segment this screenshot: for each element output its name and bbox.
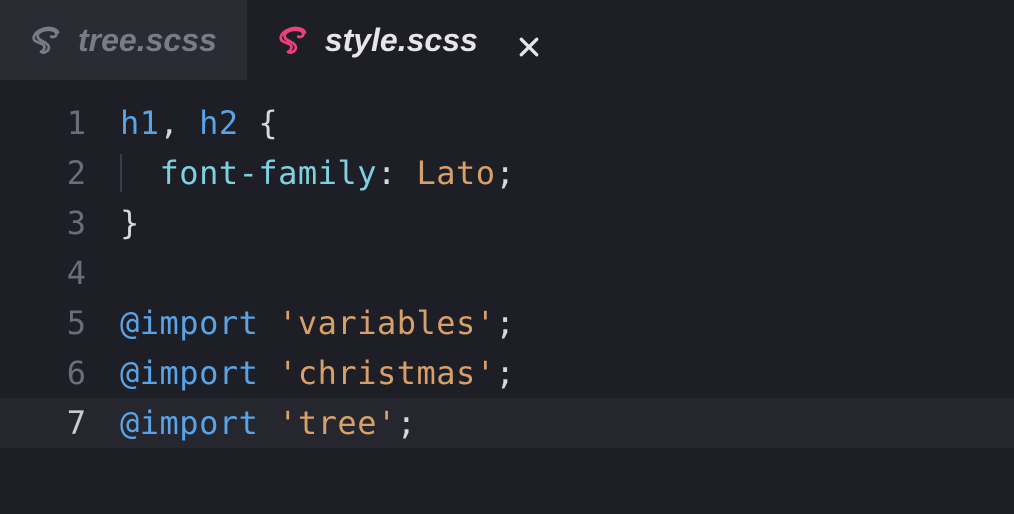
code-line[interactable]: 5@import 'variables'; — [0, 298, 1014, 348]
token — [120, 154, 160, 192]
token: { — [239, 104, 279, 142]
token — [258, 404, 278, 442]
sass-icon — [277, 23, 311, 57]
token: 'tree' — [278, 404, 397, 442]
code-line[interactable]: 3} — [0, 198, 1014, 248]
code-content[interactable]: @import 'variables'; — [120, 304, 515, 342]
tab-style-scss[interactable]: style.scss — [247, 0, 560, 80]
code-line[interactable]: 1h1, h2 { — [0, 98, 1014, 148]
code-line[interactable]: 6@import 'christmas'; — [0, 348, 1014, 398]
token: 'variables' — [278, 304, 495, 342]
line-number: 4 — [0, 254, 120, 292]
code-content[interactable]: font-family: Lato; — [120, 154, 515, 192]
token: , — [160, 104, 200, 142]
token: @import — [120, 304, 258, 342]
token: @import — [120, 404, 258, 442]
line-number: 5 — [0, 304, 120, 342]
code-line[interactable]: 2 font-family: Lato; — [0, 148, 1014, 198]
token: @import — [120, 354, 258, 392]
token: ; — [496, 154, 516, 192]
line-number: 1 — [0, 104, 120, 142]
code-content[interactable]: @import 'tree'; — [120, 404, 416, 442]
code-line[interactable]: 4 — [0, 248, 1014, 298]
code-line[interactable]: 7@import 'tree'; — [0, 398, 1014, 448]
code-editor[interactable]: 1h1, h2 {2 font-family: Lato;3}45@import… — [0, 80, 1014, 448]
token: font-family — [160, 154, 377, 192]
tab-label: tree.scss — [78, 22, 217, 59]
token — [258, 354, 278, 392]
line-number: 2 — [0, 154, 120, 192]
token: } — [120, 204, 140, 242]
line-number: 3 — [0, 204, 120, 242]
token: ; — [496, 354, 516, 392]
code-content[interactable]: @import 'christmas'; — [120, 354, 515, 392]
token: : — [377, 154, 417, 192]
token: 'christmas' — [278, 354, 495, 392]
close-icon[interactable] — [518, 29, 540, 51]
code-content[interactable]: } — [120, 204, 140, 242]
tab-tree-scss[interactable]: tree.scss — [0, 0, 247, 80]
token: h2 — [199, 104, 239, 142]
token: Lato — [416, 154, 495, 192]
line-number: 7 — [0, 404, 120, 442]
code-content[interactable]: h1, h2 { — [120, 104, 278, 142]
tab-bar: tree.scss style.scss — [0, 0, 1014, 80]
sass-icon — [30, 23, 64, 57]
token: ; — [496, 304, 516, 342]
token — [258, 304, 278, 342]
indent-guide — [120, 154, 122, 192]
token: h1 — [120, 104, 160, 142]
line-number: 6 — [0, 354, 120, 392]
tab-label: style.scss — [325, 22, 478, 59]
token: ; — [397, 404, 417, 442]
